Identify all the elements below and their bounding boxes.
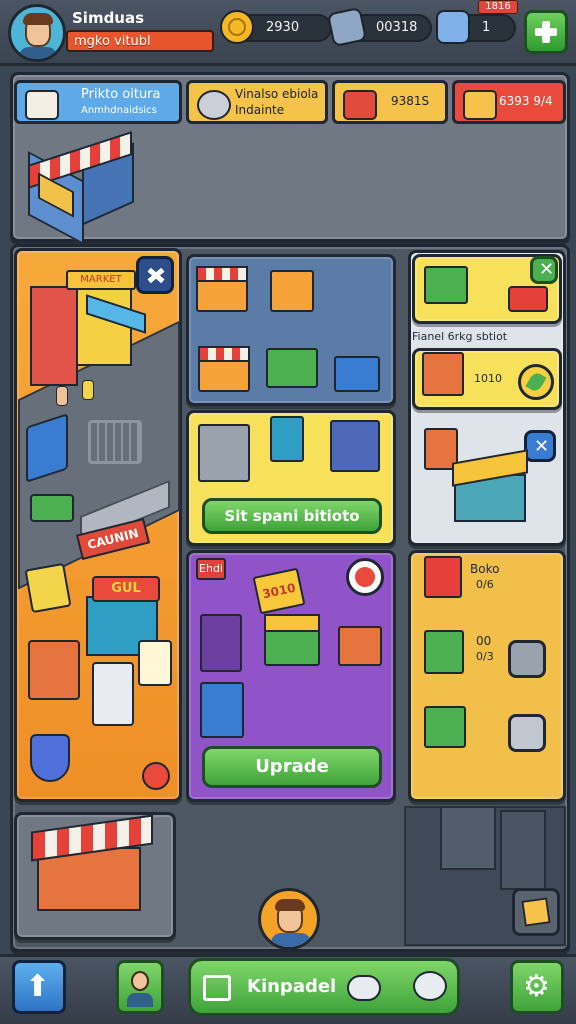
confirm-leaf-button[interactable] bbox=[518, 364, 554, 400]
notification-badge-text: 1816 bbox=[485, 1, 511, 12]
blue-cart[interactable] bbox=[334, 356, 380, 392]
red-grocery-cart[interactable] bbox=[424, 556, 462, 598]
poster-board[interactable] bbox=[200, 614, 242, 672]
cash-register-icon bbox=[343, 90, 377, 120]
profile-button[interactable] bbox=[116, 960, 164, 1014]
red-awning-cart-2[interactable] bbox=[198, 346, 250, 392]
item-card-icon[interactable] bbox=[138, 640, 172, 686]
blueprint-board[interactable] bbox=[200, 682, 244, 738]
box-icon bbox=[521, 897, 551, 927]
dark-building-1 bbox=[440, 806, 496, 870]
purple-tag: Ehdi bbox=[196, 558, 226, 580]
tab-visuals-subtitle: Indainte bbox=[235, 103, 285, 117]
action-button[interactable]: Sit spani bitioto bbox=[202, 498, 382, 534]
poster-icon[interactable] bbox=[24, 562, 72, 614]
side-item-value: 1010 bbox=[474, 372, 502, 385]
coin-stack-icon bbox=[220, 10, 254, 44]
cost-label-1: Boko bbox=[470, 562, 500, 576]
tab-products-subtitle: Anmhdnaidsics bbox=[81, 105, 157, 116]
tab-products[interactable]: Prikto oitura Anmhdnaidsics bbox=[14, 80, 182, 124]
wrench-button[interactable] bbox=[508, 714, 546, 752]
gray-display-cart[interactable] bbox=[198, 424, 250, 482]
main-action-button[interactable]: Kinpadel bbox=[188, 958, 460, 1016]
cost-label-2: 00 bbox=[476, 634, 492, 648]
person-icon bbox=[131, 971, 149, 991]
notification-badge: 1816 bbox=[478, 0, 518, 14]
cost-label-1b: 0/6 bbox=[476, 578, 494, 591]
elephant-icon bbox=[197, 90, 231, 120]
refresh-icon[interactable] bbox=[346, 558, 384, 596]
x-icon: ✕ bbox=[534, 436, 550, 457]
player-name: Simduas bbox=[72, 9, 145, 27]
coin-value: 2930 bbox=[266, 20, 300, 35]
leaf-icon bbox=[525, 370, 547, 394]
green-cart[interactable] bbox=[30, 494, 74, 522]
cloud-icon bbox=[347, 975, 381, 1001]
tab-mail[interactable]: 6393 9/4 bbox=[452, 80, 566, 124]
kiosk-small[interactable] bbox=[28, 640, 80, 700]
mini-store[interactable] bbox=[452, 449, 530, 524]
avatar[interactable] bbox=[8, 4, 66, 62]
ticket-icon bbox=[436, 10, 470, 44]
blue-shelf[interactable] bbox=[330, 420, 380, 472]
upgrade-button-label: Uprade bbox=[255, 756, 329, 777]
tree-icon bbox=[413, 971, 447, 1001]
ticket-value: 1 bbox=[482, 20, 491, 35]
produce-crate-1[interactable] bbox=[270, 270, 314, 312]
gear-icon: ⚙ bbox=[523, 969, 550, 1004]
purple-tag-text: Ehdi bbox=[199, 562, 223, 575]
green-display-cart[interactable] bbox=[266, 348, 318, 388]
main-action-label: Kinpadel bbox=[247, 976, 337, 997]
clock-icon[interactable] bbox=[142, 762, 170, 790]
player-subtitle: mgko vitubl bbox=[74, 34, 151, 49]
tab-mail-title: 6393 9/4 bbox=[499, 94, 553, 108]
shopping-cart-large[interactable] bbox=[88, 420, 142, 464]
shield-badge-icon[interactable] bbox=[30, 734, 70, 782]
small-shop-kiosk[interactable] bbox=[338, 626, 382, 666]
player-subtitle-bar: mgko vitubl bbox=[66, 30, 214, 52]
gem-value: 00318 bbox=[376, 20, 418, 35]
green-shopping-cart[interactable] bbox=[424, 266, 468, 304]
envelope-icon bbox=[463, 90, 497, 120]
inventory-box-button[interactable] bbox=[512, 888, 560, 936]
tab-prices-title: 9381S bbox=[391, 94, 430, 108]
tab-products-title: Prikto oitura bbox=[81, 87, 161, 102]
build-tool-button[interactable] bbox=[136, 256, 174, 294]
close-panel-button[interactable]: ✕ bbox=[530, 256, 558, 284]
price-tag-text: 3010 bbox=[261, 580, 297, 602]
back-button[interactable]: ⬆ bbox=[12, 960, 66, 1014]
gul-sign-text: GUL bbox=[111, 581, 141, 596]
arrow-up-icon: ⬆ bbox=[25, 969, 51, 1004]
yellow-awning-stall[interactable] bbox=[264, 614, 320, 666]
green-basket-cart-2[interactable] bbox=[424, 706, 466, 748]
upgrade-button[interactable]: Uprade bbox=[202, 746, 382, 788]
cost-label-2b: 0/3 bbox=[476, 650, 494, 663]
tab-prices[interactable]: 9381S bbox=[332, 80, 448, 124]
close-icon: ✕ bbox=[539, 259, 555, 280]
orange-crate-cart[interactable] bbox=[422, 352, 464, 396]
atm-machine[interactable] bbox=[92, 662, 134, 726]
side-header-label: Fianel 6rkg sbtiot bbox=[412, 330, 508, 343]
store-icon bbox=[25, 90, 59, 120]
action-button-label: Sit spani bitioto bbox=[224, 507, 360, 525]
manager-avatar[interactable] bbox=[258, 888, 320, 950]
cart-icon bbox=[203, 975, 231, 1001]
green-basket-cart-1[interactable] bbox=[424, 630, 464, 674]
discount-badge[interactable] bbox=[508, 286, 548, 312]
gem-icon bbox=[326, 6, 368, 48]
featured-store-card[interactable] bbox=[14, 812, 176, 940]
tab-visuals-title: Vinalso ebiola bbox=[235, 87, 319, 101]
add-resource-button[interactable] bbox=[524, 10, 568, 54]
settings-button[interactable]: ⚙ bbox=[510, 960, 564, 1014]
dark-building-2 bbox=[500, 810, 546, 890]
tablet-display[interactable] bbox=[270, 416, 304, 462]
tools-button[interactable] bbox=[508, 640, 546, 678]
red-awning-cart-1[interactable] bbox=[196, 266, 248, 312]
corner-store[interactable]: MARKET bbox=[26, 256, 146, 406]
tab-visuals[interactable]: Vinalso ebiola Indainte bbox=[186, 80, 328, 124]
storefront-building[interactable] bbox=[28, 126, 134, 245]
